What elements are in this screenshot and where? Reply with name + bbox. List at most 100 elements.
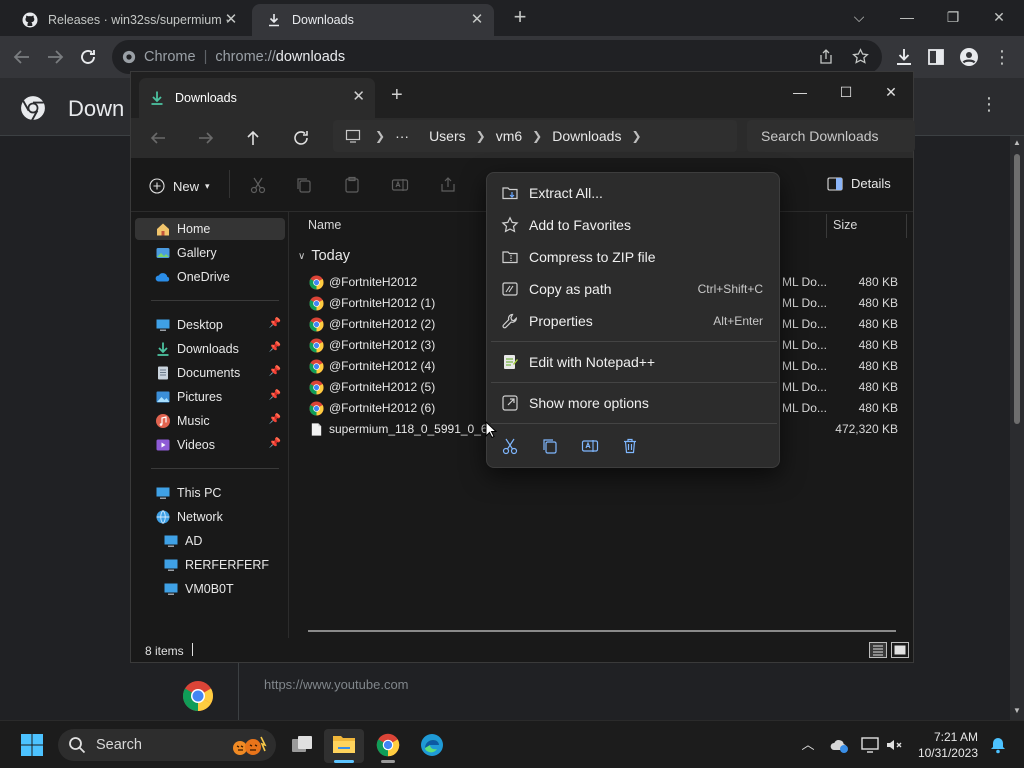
back-arrow-icon[interactable]: [10, 45, 34, 69]
sidebar-item-documents[interactable]: Documents 📌: [135, 362, 285, 384]
details-button[interactable]: Details: [827, 176, 891, 191]
taskbar-file-explorer[interactable]: [324, 729, 364, 763]
scroll-down-icon[interactable]: ▼: [1013, 706, 1021, 715]
menu-item-compress-zip[interactable]: Compress to ZIP file: [491, 243, 775, 271]
download-entry-url[interactable]: https://www.youtube.com: [264, 677, 409, 692]
minimize-icon[interactable]: —: [777, 78, 823, 106]
pin-icon[interactable]: 📌: [269, 318, 281, 329]
page-scrollbar[interactable]: ▲ ▼: [1010, 136, 1024, 720]
column-separator[interactable]: [826, 214, 827, 238]
downloads-toolbar-icon[interactable]: [892, 45, 916, 69]
reload-icon[interactable]: [76, 45, 100, 69]
chrome-tab-releases[interactable]: Releases · win32ss/supermium · ✕: [8, 4, 248, 36]
restore-icon[interactable]: ❐: [930, 4, 976, 30]
menu-item-add-to-favorites[interactable]: Add to Favorites: [491, 211, 775, 239]
side-panel-icon[interactable]: [924, 45, 948, 69]
new-tab-button[interactable]: +: [508, 6, 532, 30]
scrollbar-thumb[interactable]: [1014, 154, 1020, 424]
column-separator[interactable]: [906, 214, 907, 238]
breadcrumb-overflow[interactable]: ···: [395, 128, 409, 144]
menu-item-edit-notepadpp[interactable]: Edit with Notepad++: [491, 348, 775, 376]
sidebar-item-network[interactable]: Network: [135, 506, 285, 528]
pin-icon[interactable]: 📌: [269, 414, 281, 425]
sidebar-item-gallery[interactable]: Gallery: [135, 242, 285, 264]
copy-icon[interactable]: [295, 176, 313, 194]
sidebar-item-videos[interactable]: Videos 📌: [135, 434, 285, 456]
explorer-tab-downloads[interactable]: Downloads ✕: [139, 78, 375, 118]
tiles-view-icon[interactable]: [891, 642, 909, 658]
refresh-icon[interactable]: [290, 127, 312, 149]
group-header-today[interactable]: ∨ Today: [298, 248, 350, 264]
profile-avatar-icon[interactable]: [957, 45, 981, 69]
address-bar[interactable]: ❯ ··· Users ❯ vm6 ❯ Downloads ❯: [333, 120, 737, 152]
explorer-new-tab-button[interactable]: +: [391, 84, 403, 107]
display-tray-icon[interactable]: [860, 735, 880, 755]
omnibox[interactable]: Chrome | chrome://downloads: [112, 40, 882, 74]
close-tab-icon[interactable]: ✕: [352, 87, 365, 105]
breadcrumb-vm6[interactable]: vm6: [496, 128, 522, 144]
details-view-icon[interactable]: [869, 642, 887, 658]
breadcrumb-users[interactable]: Users: [429, 128, 466, 144]
menu-item-properties[interactable]: Properties Alt+Enter: [491, 307, 775, 335]
close-tab-icon[interactable]: ✕: [222, 11, 240, 29]
share-icon[interactable]: [439, 176, 457, 194]
share-icon[interactable]: [818, 49, 834, 65]
pin-icon[interactable]: 📌: [269, 390, 281, 401]
column-header-size[interactable]: Size: [833, 218, 857, 232]
onedrive-tray-icon[interactable]: [830, 735, 850, 755]
chrome-menu-icon[interactable]: ⋮: [990, 45, 1014, 69]
sidebar-item-downloads[interactable]: Downloads 📌: [135, 338, 285, 360]
minimize-icon[interactable]: —: [884, 4, 930, 30]
sidebar-item-rerferferf[interactable]: RERFERFERF: [135, 554, 285, 576]
close-window-icon[interactable]: ✕: [976, 4, 1022, 30]
pin-icon[interactable]: 📌: [269, 438, 281, 449]
notification-bell-icon[interactable]: [988, 735, 1008, 755]
scroll-up-icon[interactable]: ▲: [1013, 138, 1021, 147]
new-button[interactable]: New ▾: [149, 174, 210, 198]
paste-icon[interactable]: [343, 176, 361, 194]
sidebar-item-onedrive[interactable]: OneDrive: [135, 266, 285, 288]
rename-icon[interactable]: [391, 176, 409, 194]
taskbar-search[interactable]: Search: [58, 729, 276, 761]
rename-icon[interactable]: [581, 437, 599, 455]
sidebar-item-this-pc[interactable]: This PC: [135, 482, 285, 504]
windows-start-icon[interactable]: [20, 733, 44, 757]
more-options-icon: [502, 395, 518, 411]
sidebar-item-music[interactable]: Music 📌: [135, 410, 285, 432]
taskbar-task-view[interactable]: [282, 729, 322, 763]
page-menu-icon[interactable]: ⋮: [980, 94, 998, 115]
pin-icon[interactable]: 📌: [269, 366, 281, 377]
up-arrow-icon[interactable]: [242, 127, 264, 149]
close-tab-icon[interactable]: ✕: [468, 11, 486, 29]
volume-muted-icon[interactable]: [884, 735, 904, 755]
sidebar-item-ad[interactable]: AD: [135, 530, 285, 552]
maximize-icon[interactable]: ☐: [823, 78, 869, 106]
sidebar-item-home[interactable]: Home: [135, 218, 285, 240]
cut-icon[interactable]: [501, 437, 519, 455]
forward-arrow-icon[interactable]: [195, 127, 217, 149]
horizontal-scrollbar[interactable]: [308, 630, 896, 632]
menu-item-show-more-options[interactable]: Show more options: [491, 389, 775, 417]
menu-item-copy-as-path[interactable]: Copy as path Ctrl+Shift+C: [491, 275, 775, 303]
search-input[interactable]: Search Downloads: [747, 120, 915, 152]
copy-icon[interactable]: [541, 437, 559, 455]
taskbar-clock[interactable]: 7:21 AM 10/31/2023: [906, 729, 978, 761]
cut-icon[interactable]: [249, 176, 267, 194]
sidebar-item-vm0b0t[interactable]: VM0B0T: [135, 578, 285, 600]
menu-item-extract-all[interactable]: Extract All...: [491, 179, 775, 207]
taskbar-chrome[interactable]: [368, 729, 408, 763]
delete-icon[interactable]: [621, 437, 639, 455]
tab-search-chevron-icon[interactable]: ⌵: [836, 4, 882, 30]
column-header-name[interactable]: Name: [308, 218, 341, 232]
bookmark-star-icon[interactable]: [852, 48, 869, 65]
pin-icon[interactable]: 📌: [269, 342, 281, 353]
chrome-tab-downloads[interactable]: Downloads ✕: [252, 4, 494, 36]
taskbar-edge[interactable]: [412, 729, 452, 763]
breadcrumb-downloads[interactable]: Downloads: [552, 128, 621, 144]
sidebar-item-desktop[interactable]: Desktop 📌: [135, 314, 285, 336]
forward-arrow-icon[interactable]: [43, 45, 67, 69]
back-arrow-icon[interactable]: [147, 127, 169, 149]
close-window-icon[interactable]: ✕: [868, 78, 914, 106]
sidebar-item-pictures[interactable]: Pictures 📌: [135, 386, 285, 408]
tray-overflow-chevron-icon[interactable]: ︿: [798, 735, 818, 755]
